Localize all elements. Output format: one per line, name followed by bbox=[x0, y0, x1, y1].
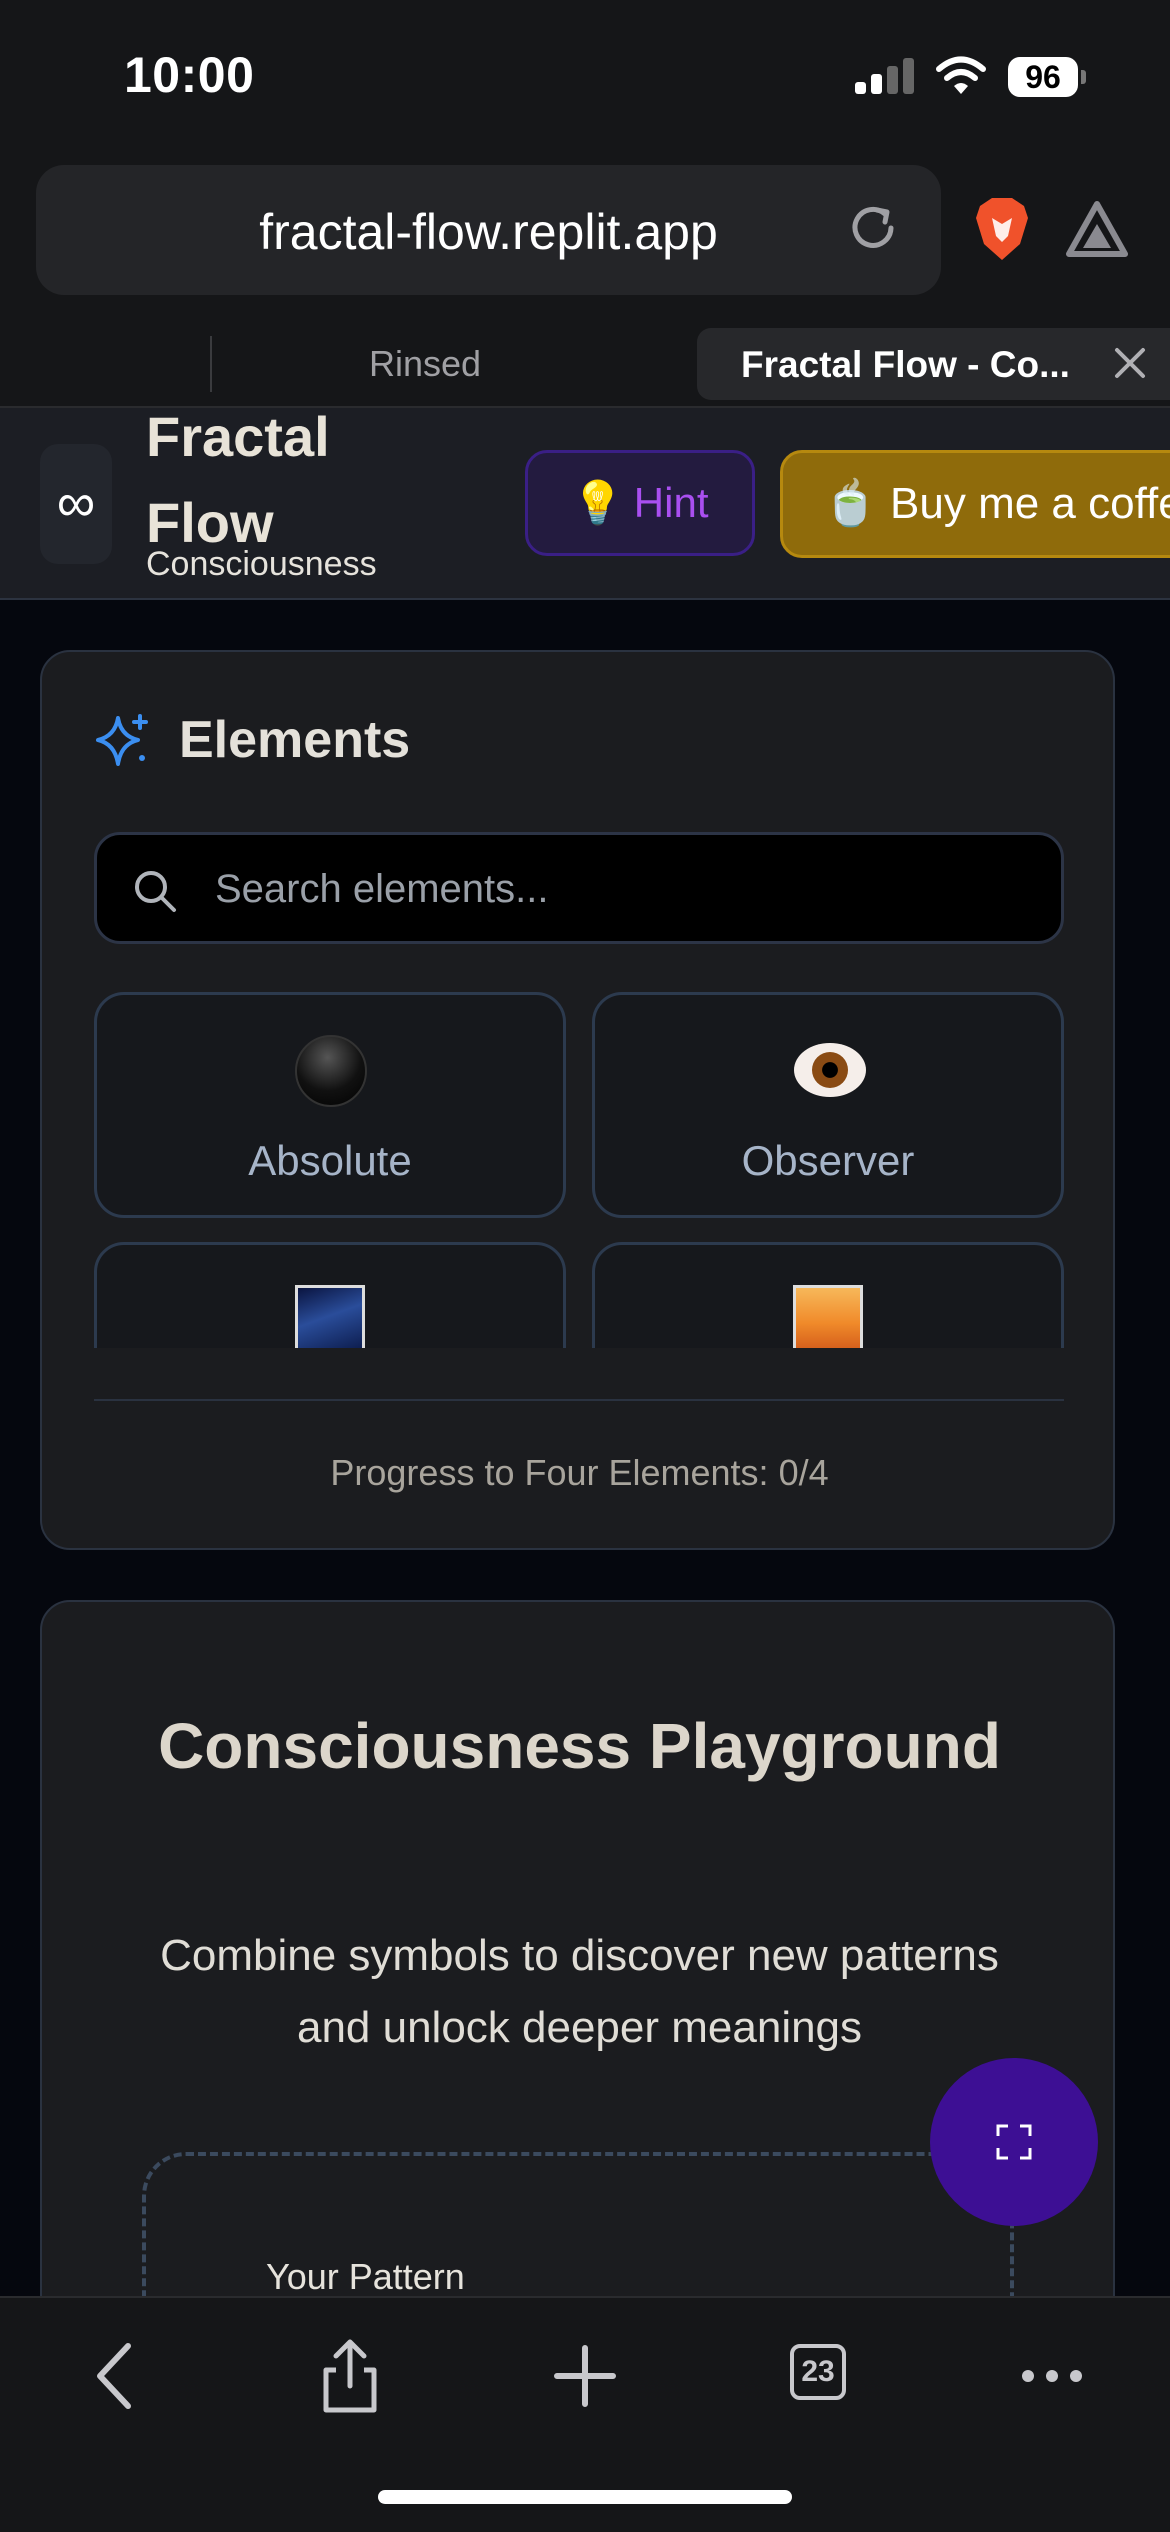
hint-button[interactable]: 💡 Hint bbox=[525, 450, 755, 556]
black-orb-icon bbox=[295, 1035, 367, 1107]
hint-label: Hint bbox=[633, 479, 709, 526]
tea-cup-icon: 🍵 bbox=[823, 479, 878, 528]
battery-tip bbox=[1081, 70, 1086, 84]
fullscreen-button[interactable] bbox=[930, 2058, 1098, 2226]
main-content[interactable]: Elements Absolute Observer bbox=[0, 600, 1170, 2296]
progress-text: Progress to Four Elements: 0/4 bbox=[330, 1452, 829, 1493]
cellular-signal-icon bbox=[855, 58, 915, 94]
playground-subtitle: Combine symbols to discover new patterns… bbox=[160, 1931, 999, 2052]
tab-fractal-flow[interactable]: Fractal Flow - Co... bbox=[697, 328, 1170, 400]
infinity-logo-icon: ∞ bbox=[40, 444, 112, 564]
home-indicator bbox=[378, 2490, 792, 2504]
more-options-icon[interactable] bbox=[1012, 2336, 1092, 2416]
element-card-sunrise[interactable] bbox=[592, 1242, 1064, 1348]
eye-icon bbox=[794, 1043, 866, 1097]
element-label: Absolute bbox=[248, 1137, 412, 1184]
sparkle-icon bbox=[96, 714, 148, 766]
wifi-icon bbox=[936, 56, 986, 94]
elements-title: Elements bbox=[179, 711, 411, 769]
tab-title: Fractal Flow - Co... bbox=[741, 344, 1070, 385]
search-box[interactable] bbox=[94, 832, 1064, 944]
search-icon bbox=[135, 871, 176, 912]
brave-shield-icon[interactable] bbox=[972, 196, 1032, 262]
app-header: ∞ Fractal Flow Consciousness Discovery G… bbox=[0, 408, 1170, 600]
element-card-observer[interactable]: Observer bbox=[592, 992, 1064, 1218]
divider bbox=[94, 1399, 1064, 1401]
search-input[interactable] bbox=[215, 857, 1035, 921]
elements-grid: Absolute Observer bbox=[94, 992, 1064, 1348]
milky-way-icon bbox=[295, 1285, 365, 1348]
address-bar[interactable]: fractal-flow.replit.app bbox=[36, 165, 941, 295]
back-icon[interactable] bbox=[78, 2336, 158, 2416]
url-text[interactable]: fractal-flow.replit.app bbox=[36, 203, 941, 261]
expand-icon bbox=[996, 2124, 1032, 2160]
new-tab-icon[interactable] bbox=[545, 2336, 625, 2416]
tab-count: 23 bbox=[790, 2344, 846, 2400]
battery-indicator: 96 bbox=[1008, 57, 1078, 97]
coffee-label: Buy me a coffee bbox=[890, 479, 1170, 528]
buy-me-a-coffee-button[interactable]: 🍵 Buy me a coffee bbox=[780, 450, 1170, 558]
element-label: Observer bbox=[741, 1137, 915, 1184]
reload-icon[interactable] bbox=[845, 200, 901, 256]
tab-rinsed[interactable]: Rinsed bbox=[310, 343, 540, 385]
brave-rewards-icon[interactable] bbox=[1065, 200, 1129, 260]
status-bar: 10:00 96 bbox=[0, 0, 1170, 155]
share-icon[interactable] bbox=[310, 2336, 390, 2416]
tab-divider bbox=[210, 336, 212, 392]
sunrise-icon bbox=[793, 1285, 863, 1348]
pattern-drop-zone[interactable]: Your Pattern bbox=[142, 2152, 1014, 2296]
playground-title: Consciousness Playground bbox=[158, 1710, 1001, 1782]
close-tab-icon[interactable] bbox=[1109, 342, 1151, 384]
tab-switcher-button[interactable]: 23 bbox=[790, 2344, 870, 2424]
pattern-label: Your Pattern bbox=[266, 2256, 465, 2296]
elements-panel: Elements Absolute Observer bbox=[40, 650, 1115, 1550]
app-subtitle: Consciousness Discovery Game bbox=[146, 545, 397, 598]
status-time: 10:00 bbox=[124, 47, 255, 103]
element-card-absolute[interactable]: Absolute bbox=[94, 992, 566, 1218]
lightbulb-icon: 💡 bbox=[571, 479, 624, 526]
element-card-milky-way[interactable] bbox=[94, 1242, 566, 1348]
